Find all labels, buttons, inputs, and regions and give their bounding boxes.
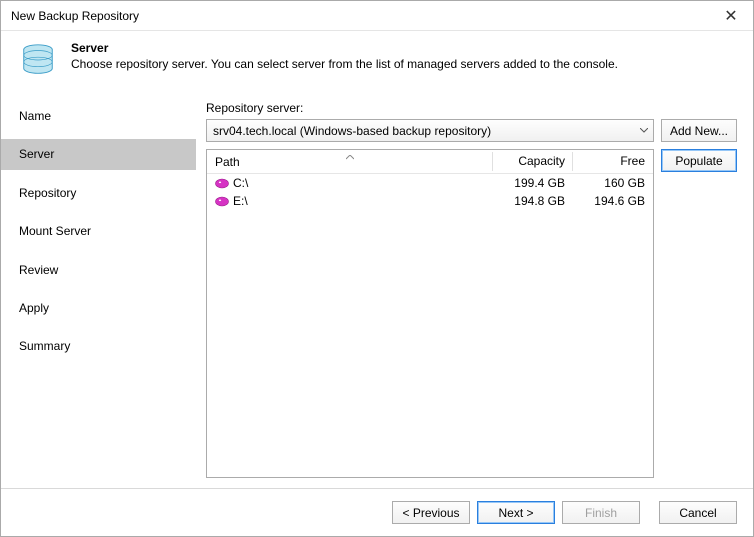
page-title: Server	[71, 41, 618, 55]
page-description: Choose repository server. You can select…	[71, 57, 618, 71]
repository-server-dropdown[interactable]: srv04.tech.local (Windows-based backup r…	[206, 119, 654, 142]
footer: < Previous Next > Finish Cancel	[1, 488, 753, 536]
close-icon: ✕	[724, 6, 737, 26]
cell-free: 194.6 GB	[573, 194, 645, 208]
table-header: Path Capacity Free	[207, 150, 653, 174]
server-row: srv04.tech.local (Windows-based backup r…	[206, 119, 737, 142]
close-button[interactable]: ✕	[709, 1, 753, 31]
drive-icon	[215, 178, 229, 189]
chevron-down-icon	[635, 120, 653, 141]
sort-indicator-icon	[346, 149, 354, 163]
body: Name Server Repository Mount Server Revi…	[1, 95, 753, 488]
sidebar-item-repository[interactable]: Repository	[1, 178, 196, 208]
sidebar-item-summary[interactable]: Summary	[1, 331, 196, 361]
next-button[interactable]: Next >	[477, 501, 555, 524]
drives-row: Path Capacity Free	[206, 149, 737, 478]
sidebar-item-server[interactable]: Server	[1, 139, 196, 169]
table-body: C:\ 199.4 GB 160 GB E:\	[207, 174, 653, 477]
cell-path: E:\	[215, 194, 493, 208]
cell-free: 160 GB	[573, 176, 645, 190]
dropdown-value: srv04.tech.local (Windows-based backup r…	[213, 124, 491, 138]
column-header-free[interactable]: Free	[573, 150, 653, 173]
main-panel: Repository server: srv04.tech.local (Win…	[196, 95, 753, 488]
window-title: New Backup Repository	[11, 9, 709, 23]
add-new-button[interactable]: Add New...	[661, 119, 737, 142]
table-row[interactable]: E:\ 194.8 GB 194.6 GB	[207, 192, 653, 210]
dialog-window: New Backup Repository ✕ Server Choose re…	[0, 0, 754, 537]
column-header-capacity[interactable]: Capacity	[493, 150, 573, 173]
repository-icon	[19, 41, 57, 79]
column-header-path[interactable]: Path	[207, 150, 493, 173]
sidebar-item-mount-server[interactable]: Mount Server	[1, 216, 196, 246]
header: Server Choose repository server. You can…	[1, 31, 753, 95]
sidebar-item-name[interactable]: Name	[1, 101, 196, 131]
finish-button: Finish	[562, 501, 640, 524]
wizard-steps-sidebar: Name Server Repository Mount Server Revi…	[1, 95, 196, 488]
titlebar: New Backup Repository ✕	[1, 1, 753, 31]
cancel-button[interactable]: Cancel	[659, 501, 737, 524]
side-buttons: Populate	[661, 149, 737, 478]
cell-path: C:\	[215, 176, 493, 190]
drive-icon	[215, 196, 229, 207]
header-text: Server Choose repository server. You can…	[71, 41, 618, 71]
previous-button[interactable]: < Previous	[392, 501, 470, 524]
cell-capacity: 194.8 GB	[493, 194, 573, 208]
sidebar-item-review[interactable]: Review	[1, 255, 196, 285]
populate-button[interactable]: Populate	[661, 149, 737, 172]
repository-server-label: Repository server:	[206, 101, 737, 115]
cell-capacity: 199.4 GB	[493, 176, 573, 190]
sidebar-item-apply[interactable]: Apply	[1, 293, 196, 323]
drives-table: Path Capacity Free	[206, 149, 654, 478]
table-row[interactable]: C:\ 199.4 GB 160 GB	[207, 174, 653, 192]
